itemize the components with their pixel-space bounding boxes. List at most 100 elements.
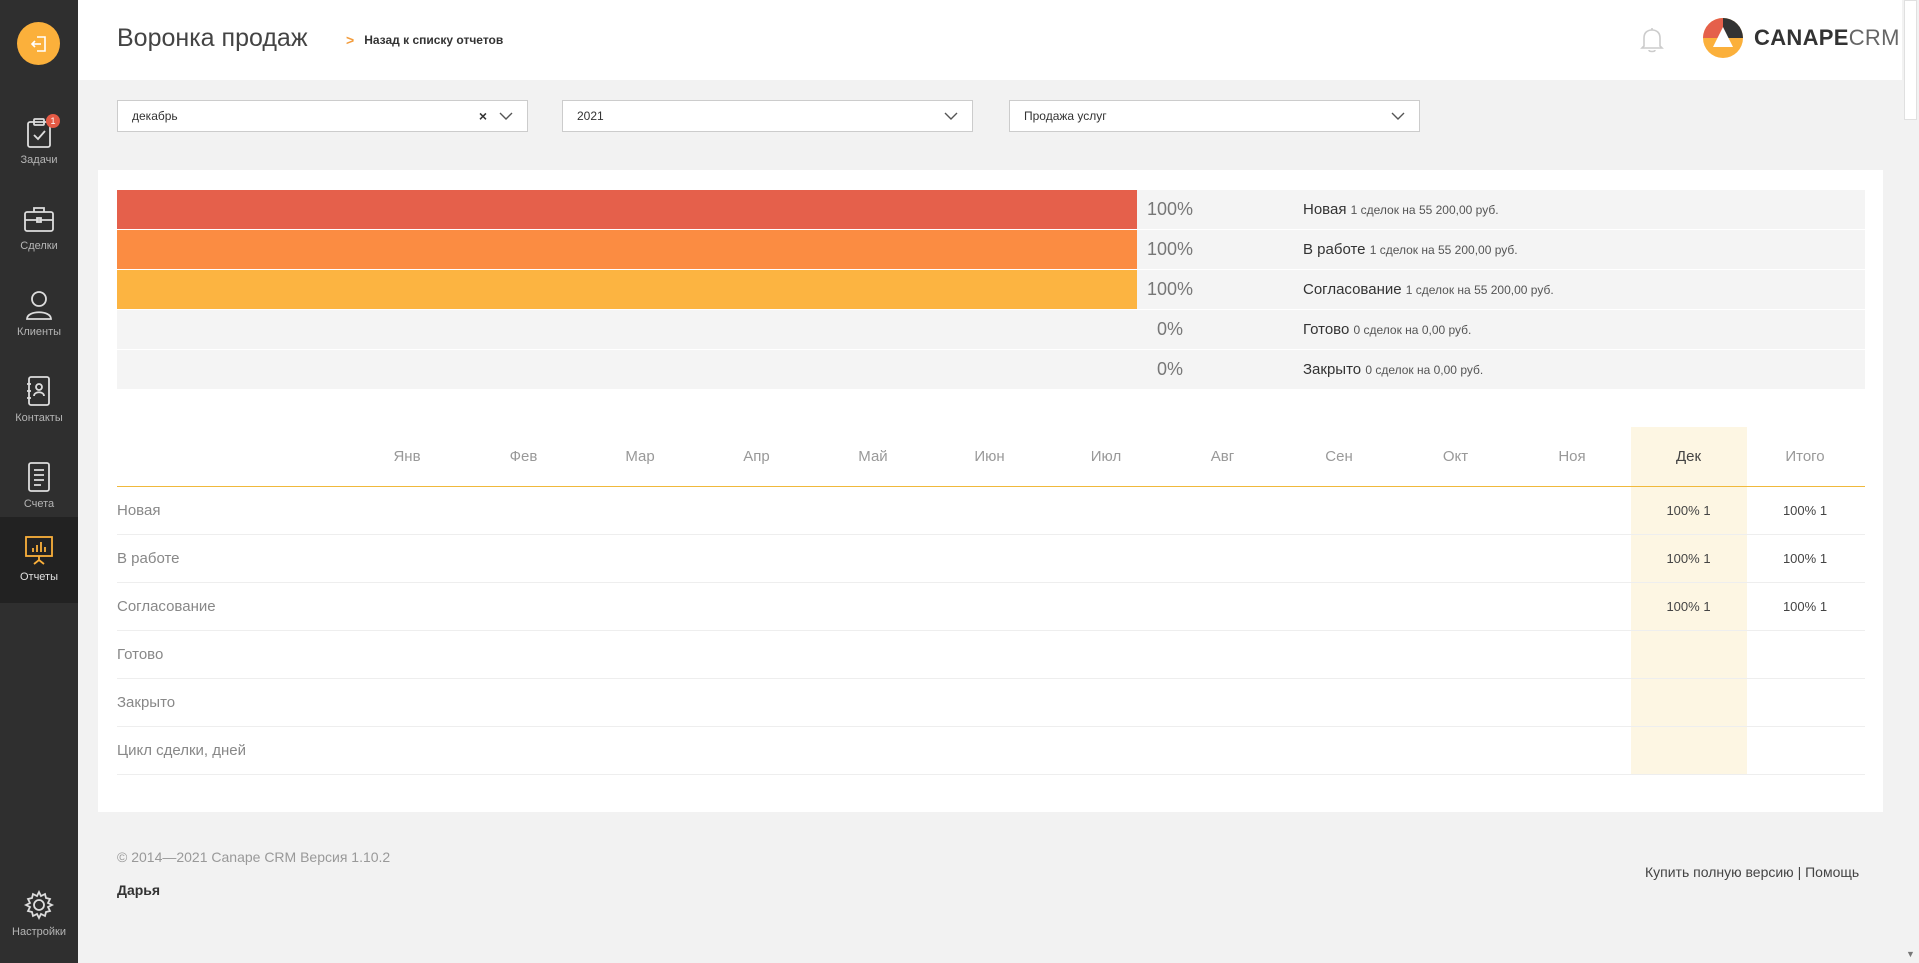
funnel-percent: 0%	[1156, 359, 1183, 379]
funnel-bar	[117, 190, 1137, 229]
month-header: Апр	[743, 448, 770, 465]
funnel-label: Готово 0 сделок на 0,00 руб.	[1303, 310, 1471, 349]
funnel-percent: 100%	[1146, 199, 1194, 219]
sidebar-item-label: Клиенты	[16, 326, 62, 338]
total-cell	[1747, 679, 1863, 726]
table-row: В работе 100% 1 100% 1	[117, 535, 1865, 583]
sidebar-item-label: Сделки	[20, 240, 58, 252]
scroll-down-arrow-icon[interactable]: ▼	[1906, 949, 1915, 959]
exit-button[interactable]	[17, 22, 60, 65]
back-to-reports-link[interactable]: > Назад к списку отчетов	[346, 32, 503, 48]
user-icon	[26, 291, 52, 320]
footer-user-name[interactable]: Дарья	[117, 882, 160, 898]
help-link[interactable]: Помощь	[1805, 864, 1859, 880]
sidebar: 1 Задачи Сделки Клиенты Контакты Счета О…	[0, 0, 78, 963]
row-label: Готово	[117, 646, 164, 663]
total-cell	[1747, 631, 1863, 678]
funnel-stage-name: В работе	[1303, 241, 1366, 258]
sidebar-item-deals[interactable]: Сделки	[0, 186, 78, 272]
dec-cell: 100% 1	[1666, 503, 1711, 518]
year-select[interactable]: 2021	[562, 100, 973, 132]
chevron-down-icon	[1391, 112, 1405, 120]
dec-cell	[1631, 727, 1747, 774]
funnel-percent: 0%	[1156, 319, 1183, 339]
table-row: Закрыто	[117, 679, 1865, 727]
year-select-value: 2021	[577, 109, 604, 123]
row-label: Закрыто	[117, 694, 176, 711]
month-header: Янв	[393, 448, 421, 465]
dec-cell: 100% 1	[1666, 599, 1711, 614]
scroll-thumb[interactable]	[1904, 0, 1917, 120]
month-header: Дек	[1675, 448, 1702, 465]
month-header: Ноя	[1558, 448, 1586, 465]
table-body: Новая 100% 1 100% 1 В работе 100% 1 100% 1 Сог…	[117, 487, 1865, 775]
funnel-select[interactable]: Продажа услуг	[1009, 100, 1420, 132]
bell-icon	[1640, 28, 1664, 53]
document-icon	[28, 462, 50, 492]
logo-text: CANAPECRM	[1754, 25, 1900, 50]
funnel-stage-name: Согласование	[1303, 281, 1402, 298]
gear-icon	[23, 889, 55, 921]
funnel-row: 100% В работе 1 сделок на 55 200,00 руб.	[117, 230, 1865, 270]
total-cell: 100% 1	[1782, 503, 1828, 518]
row-label: Согласование	[117, 598, 216, 615]
dec-cell: 100% 1	[1666, 551, 1711, 566]
funnel-label: В работе 1 сделок на 55 200,00 руб.	[1303, 230, 1518, 269]
footer-copyright: © 2014—2021 Canape CRM Версия 1.10.2	[117, 849, 391, 865]
chevron-right-icon: >	[346, 32, 355, 48]
month-header: Мар	[625, 448, 655, 465]
chevron-down-icon	[944, 112, 958, 120]
month-header: Июн	[974, 448, 1005, 465]
row-label: Новая	[117, 502, 161, 519]
briefcase-icon	[24, 207, 54, 232]
sidebar-item-tasks[interactable]: 1 Задачи	[0, 100, 78, 186]
canape-logo-icon	[1703, 18, 1743, 58]
funnel-row: 100% Новая 1 сделок на 55 200,00 руб.	[117, 190, 1865, 230]
sidebar-item-contacts[interactable]: Контакты	[0, 358, 78, 444]
month-header: Окт	[1442, 448, 1469, 465]
buy-full-version-link[interactable]: Купить полную версию	[1645, 864, 1794, 880]
footer-links: Купить полную версию | Помощь	[1645, 864, 1859, 880]
sidebar-item-label: Контакты	[15, 412, 63, 424]
monthly-table: Янв Фев Мар Апр Май Июн Июл Авг Сен Окт Ноя Дек Итог…	[117, 427, 1865, 775]
funnel-row: 0% Готово 0 сделок на 0,00 руб.	[117, 310, 1865, 350]
sidebar-item-label: Задачи	[20, 154, 58, 166]
table-row: Новая 100% 1 100% 1	[117, 487, 1865, 535]
tasks-badge: 1	[46, 114, 60, 128]
funnel-row: 0% Закрыто 0 сделок на 0,00 руб.	[117, 350, 1865, 390]
row-label: Цикл сделки, дней	[117, 742, 247, 759]
scrollbar[interactable]: ▼	[1902, 0, 1919, 963]
month-header: Авг	[1210, 448, 1235, 465]
sidebar-item-clients[interactable]: Клиенты	[0, 272, 78, 358]
sidebar-item-settings[interactable]: Настройки	[0, 872, 78, 958]
funnel-stage-detail: 1 сделок на 55 200,00 руб.	[1405, 283, 1554, 297]
filters-bar: декабрь × 2021 Продажа услуг	[78, 80, 1902, 152]
sidebar-item-label: Отчеты	[19, 571, 59, 583]
notifications-button[interactable]	[1639, 26, 1665, 59]
funnel-bar	[117, 270, 1137, 309]
row-label: В работе	[117, 550, 180, 567]
page-title: Воронка продаж	[117, 24, 308, 52]
funnel-label: Закрыто 0 сделок на 0,00 руб.	[1303, 350, 1483, 389]
funnel-percent: 100%	[1146, 239, 1194, 259]
dec-cell	[1631, 679, 1747, 726]
funnel-label: Согласование 1 сделок на 55 200,00 руб.	[1303, 270, 1554, 309]
month-header: Сен	[1325, 448, 1353, 465]
table-row: Цикл сделки, дней	[117, 727, 1865, 775]
sidebar-item-reports[interactable]: Отчеты	[0, 517, 78, 603]
month-select[interactable]: декабрь ×	[117, 100, 528, 132]
table-row: Согласование 100% 1 100% 1	[117, 583, 1865, 631]
header: Воронка продаж > Назад к списку отчетов …	[78, 0, 1902, 80]
exit-icon	[30, 35, 46, 52]
address-book-icon	[27, 376, 50, 406]
funnel-stage-detail: 0 сделок на 0,00 руб.	[1353, 323, 1472, 337]
funnel-row: 100% Согласование 1 сделок на 55 200,00 р…	[117, 270, 1865, 310]
funnel-select-value: Продажа услуг	[1024, 109, 1107, 123]
funnel-stage-detail: 1 сделок на 55 200,00 руб.	[1369, 243, 1518, 257]
clear-icon[interactable]: ×	[479, 108, 487, 124]
month-select-value: декабрь	[132, 109, 178, 123]
month-header: Май	[858, 448, 888, 465]
dec-cell	[1631, 631, 1747, 678]
sidebar-item-label: Счета	[23, 498, 55, 510]
funnel-label: Новая 1 сделок на 55 200,00 руб.	[1303, 190, 1499, 229]
